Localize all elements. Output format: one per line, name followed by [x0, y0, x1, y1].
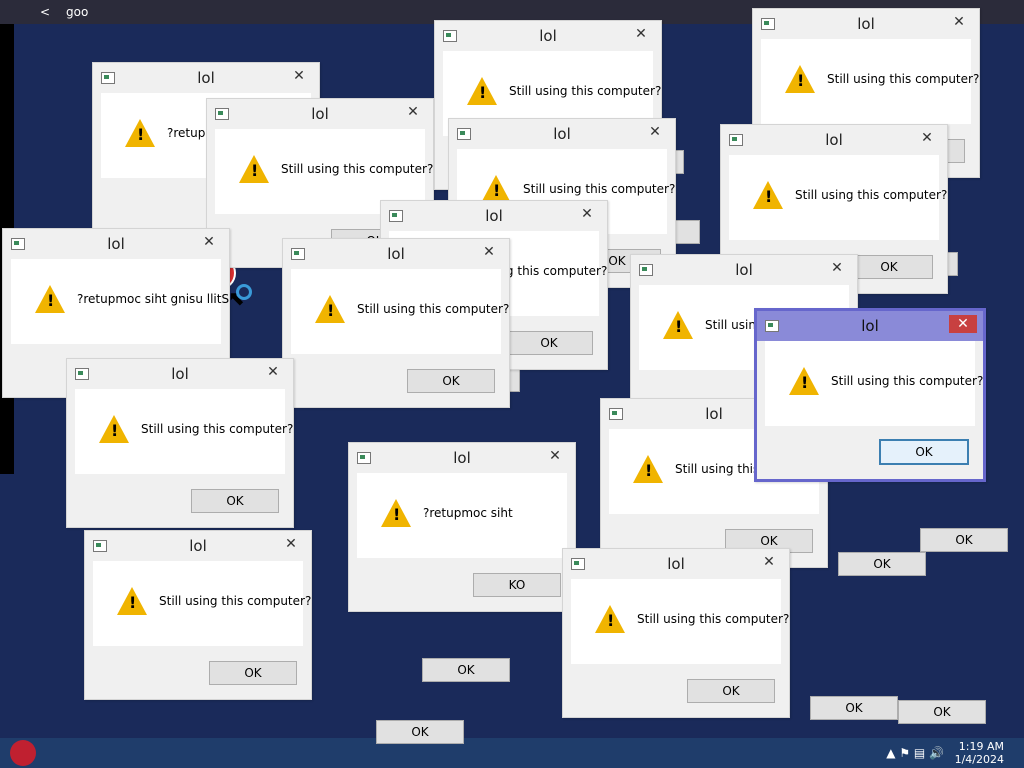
dialog-body: ! Still using this computer? [571, 579, 789, 664]
dialog-titlebar[interactable]: lol ✕ [753, 9, 979, 39]
warning-icon: ! [467, 77, 497, 105]
dialog-titlebar[interactable]: lol ✕ [721, 125, 947, 155]
dialog-body: ! Still using this computer? [75, 389, 293, 474]
dialog-titlebar[interactable]: lol ✕ [631, 255, 857, 285]
close-icon[interactable]: ✕ [277, 535, 305, 553]
dialog-message: Still using this computer? [795, 188, 948, 202]
close-icon[interactable]: ✕ [285, 67, 313, 85]
dialog-message: Still using this computer? [509, 84, 662, 98]
warning-icon: ! [239, 155, 269, 183]
dialog-body: ! Still using this computer? [765, 341, 983, 426]
warning-icon: ! [789, 367, 819, 395]
dialog-body: ! Still using this computer? [761, 39, 979, 124]
close-icon[interactable]: ✕ [627, 25, 655, 43]
dialog-titlebar[interactable]: lol ✕ [349, 443, 575, 473]
ok-button[interactable]: OK [838, 552, 926, 576]
system-tray[interactable]: ▲ ⚑ ▤ 🔊 [886, 746, 944, 760]
dialog-titlebar[interactable]: lol ✕ [283, 239, 509, 269]
warning-icon: ! [785, 65, 815, 93]
warning-icon: ! [481, 175, 511, 203]
dialog-body: ! ?retupmoc siht [357, 473, 567, 558]
dialog-titlebar[interactable]: lol ✕ [207, 99, 433, 129]
warning-icon: ! [663, 311, 693, 339]
ok-button[interactable]: OK [845, 255, 933, 279]
ok-button[interactable]: OK [898, 700, 986, 724]
browser-tab-google[interactable]: goo [66, 2, 88, 22]
close-icon[interactable]: ✕ [823, 259, 851, 277]
warning-icon: ! [753, 181, 783, 209]
close-icon[interactable]: ✕ [913, 129, 941, 147]
warning-icon: ! [117, 587, 147, 615]
dialog-window[interactable]: lol ✕ ! Still using this computer? OK [282, 238, 510, 408]
back-icon[interactable]: < [40, 2, 50, 22]
close-icon[interactable]: ✕ [259, 363, 287, 381]
warning-icon: ! [315, 295, 345, 323]
dialog-message: Still using this computer? [827, 72, 980, 86]
clock-time: 1:19 AM [958, 740, 1004, 753]
dialog-body: ! Still using this computer? [729, 155, 947, 240]
dialog-message: Still using this computer? [831, 374, 984, 388]
dialog-titlebar[interactable]: lol ✕ [757, 311, 983, 341]
dialog-body: ! ?retupmoc siht gnisu llitS [11, 259, 229, 344]
dialog-titlebar[interactable]: lol ✕ [3, 229, 229, 259]
dialog-message: Still using this computer? [159, 594, 312, 608]
warning-icon: ! [35, 285, 65, 313]
ok-button[interactable]: OK [422, 658, 510, 682]
dialog-message: Still using this computer? [523, 182, 676, 196]
ok-button[interactable]: OK [920, 528, 1008, 552]
dialog-window[interactable]: lol ✕ ! Still using this computer? OK [562, 548, 790, 718]
warning-icon: ! [595, 605, 625, 633]
close-icon[interactable]: ✕ [573, 205, 601, 223]
dialog-body: ! Still using this computer? [93, 561, 311, 646]
warning-icon: ! [125, 119, 155, 147]
close-icon[interactable]: ✕ [949, 315, 977, 333]
dialog-titlebar[interactable]: lol ✕ [67, 359, 293, 389]
close-icon[interactable]: ✕ [641, 123, 669, 141]
dialog-window[interactable]: lol ✕ ! ?retupmoc siht KO [348, 442, 576, 612]
clock[interactable]: 1:19 AM 1/4/2024 [955, 740, 1004, 766]
ok-button[interactable]: KO [473, 573, 561, 597]
clock-date: 1/4/2024 [954, 753, 1004, 766]
ok-button[interactable]: OK [810, 696, 898, 720]
start-button[interactable] [10, 740, 36, 766]
ok-button[interactable]: OK [376, 720, 464, 744]
dialog-message: Still using this computer? [357, 302, 510, 316]
dialog-titlebar[interactable]: lol ✕ [449, 119, 675, 149]
close-icon[interactable]: ✕ [755, 553, 783, 571]
dialog-message: ?retupmoc siht [423, 506, 513, 520]
ok-button[interactable]: OK [687, 679, 775, 703]
dialog-titlebar[interactable]: lol ✕ [85, 531, 311, 561]
close-icon[interactable]: ✕ [541, 447, 569, 465]
dialog-titlebar[interactable]: lol ✕ [435, 21, 661, 51]
warning-icon: ! [633, 455, 663, 483]
dialog-message: Still using this computer? [637, 612, 790, 626]
close-icon[interactable]: ✕ [399, 103, 427, 121]
dialog-body: ! Still using this computer? [291, 269, 509, 354]
dialog-window[interactable]: lol ✕ ! Still using this computer? OK [66, 358, 294, 528]
dialog-message: ?retupmoc siht gnisu llitS [77, 292, 230, 306]
ok-button[interactable]: OK [879, 439, 969, 465]
dialog-window[interactable]: lol ✕ ! Still using this computer? OK [84, 530, 312, 700]
taskbar: ▲ ⚑ ▤ 🔊 1:19 AM 1/4/2024 [0, 738, 1024, 768]
close-icon[interactable]: ✕ [475, 243, 503, 261]
dialog-window[interactable]: lol ✕ ! Still using this computer? OK [754, 308, 986, 482]
close-icon[interactable]: ✕ [945, 13, 973, 31]
dialog-message: Still using this computer? [281, 162, 434, 176]
ok-button[interactable]: OK [505, 331, 593, 355]
ok-button[interactable]: OK [209, 661, 297, 685]
dialog-titlebar[interactable]: lol ✕ [381, 201, 607, 231]
busy-spinner-icon [236, 284, 252, 300]
close-icon[interactable]: ✕ [195, 233, 223, 251]
dialog-titlebar[interactable]: lol ✕ [563, 549, 789, 579]
warning-icon: ! [381, 499, 411, 527]
dialog-message: Still using this computer? [141, 422, 294, 436]
warning-icon: ! [99, 415, 129, 443]
ok-button[interactable]: OK [407, 369, 495, 393]
dialog-titlebar[interactable]: lol ✕ [93, 63, 319, 93]
ok-button[interactable]: OK [191, 489, 279, 513]
